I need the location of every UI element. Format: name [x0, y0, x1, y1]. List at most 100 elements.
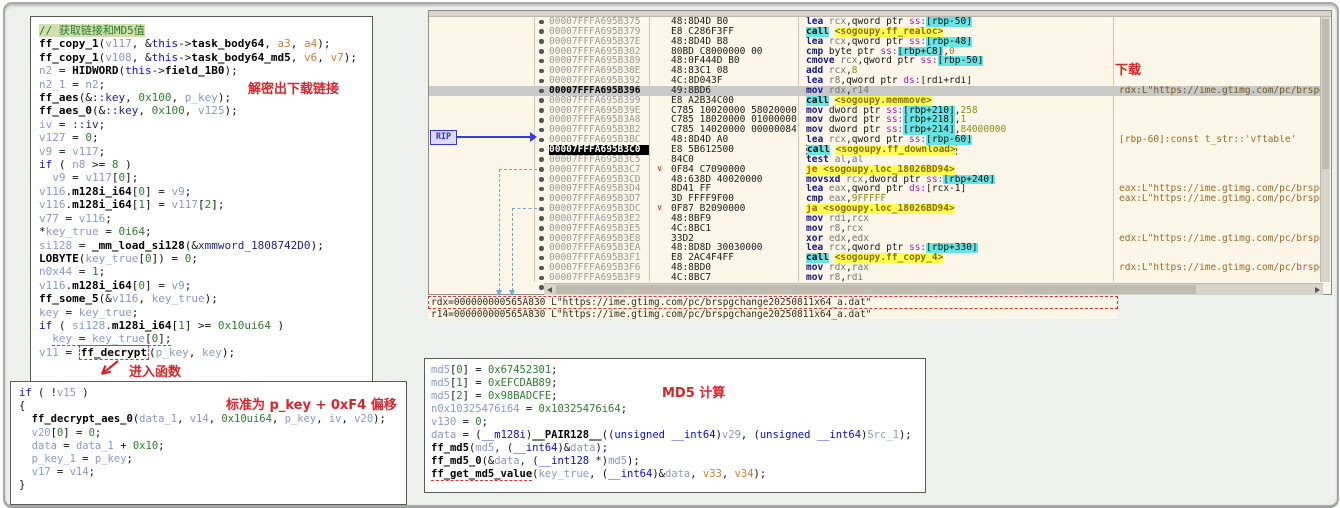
breakpoint-dot[interactable]: [539, 59, 544, 64]
scroll-left-icon[interactable]: [547, 287, 552, 293]
breakpoint-dot[interactable]: [539, 246, 544, 251]
code-line: if ( n8 >= 8 ): [39, 158, 368, 171]
instruction-text: mov dword ptr ss:[rbp+210],258: [798, 106, 1113, 116]
disasm-row[interactable]: 00007FFFA695B3EA48:8D8D 30030000lea rcx,…: [429, 243, 1323, 253]
instruction-text: movsxd rcx,dword ptr ss:[rbp+240]: [798, 175, 1113, 185]
decompiler-pseudocode-top[interactable]: // 获取链接和MD5值ff_copy_1(v117, &this->task_…: [30, 16, 373, 387]
column-separator: [1113, 17, 1114, 282]
disasm-row[interactable]: 00007FFFA695B39EC785 10020000 58020000mo…: [429, 106, 1323, 116]
instruction-bytes: 4C:8BC7: [649, 273, 798, 283]
breakpoint-dot[interactable]: [539, 69, 544, 74]
disasm-row[interactable]: 00007FFFA695B3E54C:8BC1mov r8,rcx: [429, 224, 1323, 234]
code-line: key = key_true[0];: [39, 332, 368, 345]
disasm-row[interactable]: 00007FFFA695B3B2C785 14020000 00000084mo…: [429, 125, 1323, 135]
code-line: md5[0] = 0x67452301;: [431, 364, 921, 377]
breakpoint-dot[interactable]: [539, 216, 544, 221]
code-line: v20[0] = 0;: [19, 427, 402, 440]
disasm-row[interactable]: 00007FFFA695B3F648:8BD0mov rdx,raxrdx:L"…: [429, 263, 1323, 273]
breakpoint-dot[interactable]: [539, 276, 544, 281]
breakpoint-dot[interactable]: [539, 207, 544, 212]
breakpoint-dot[interactable]: [539, 29, 544, 34]
instruction-address: 00007FFFA695B3CD: [549, 175, 649, 185]
breakpoint-dot[interactable]: [539, 157, 544, 162]
breakpoint-dot[interactable]: [539, 89, 544, 94]
breakpoint-dot[interactable]: [539, 49, 544, 54]
instruction-text: ja <sogoupy.loc_18026BD94>: [798, 204, 1113, 214]
instruction-bytes: 33D2: [649, 234, 798, 244]
breakpoint-dot[interactable]: [539, 79, 544, 84]
disasm-row[interactable]: 00007FFFA695B3924C:8D043Flea r8,qword pt…: [429, 76, 1323, 86]
horizontal-scrollbar-thumb[interactable]: [556, 285, 1196, 294]
breakpoint-dot[interactable]: [539, 177, 544, 182]
breakpoint-dot[interactable]: [539, 128, 544, 133]
breakpoint-dot[interactable]: [539, 256, 544, 261]
decompiler-pseudocode-md5[interactable]: md5[0] = 0x67452301;md5[1] = 0xEFCDAB89;…: [424, 358, 926, 493]
disasm-row[interactable]: 00007FFFA695B3E833D2xor edx,edxedx:L"htt…: [429, 234, 1323, 244]
instruction-address: 00007FFFA695B3DC: [549, 204, 649, 214]
instruction-text: mov dword ptr ss:[rbp+214],84000000: [798, 125, 1113, 135]
disasm-row[interactable]: 00007FFFA695B379E8 C286F3FFcall <sogoupy…: [429, 27, 1323, 37]
jump-line: [499, 169, 537, 170]
register-info-panel[interactable]: rdx=000000000565A830 L"https://ime.gtimg…: [428, 296, 1118, 319]
disasm-row[interactable]: 00007FFFA695B38E48:83C1 08add rcx,8: [429, 66, 1323, 76]
disasm-row[interactable]: 00007FFFA695B3C7∨0F84 C7090000je <sogoup…: [429, 165, 1323, 175]
disasm-row[interactable]: 00007FFFA695B39649:8BD6mov rdx,r14rdx:L"…: [429, 86, 1323, 96]
breakpoint-dot[interactable]: [539, 138, 544, 143]
instruction-address: 00007FFFA695B3F6: [549, 263, 649, 273]
vertical-scrollbar[interactable]: [1320, 17, 1330, 282]
disasm-row[interactable]: 00007FFFA695B37548:8D4D B0lea rcx,qword …: [429, 17, 1323, 27]
instruction-comment: [1113, 17, 1323, 27]
code-line: v9 = v117;: [39, 145, 368, 158]
disasm-row[interactable]: 00007FFFA695B3F1E8 2AC4F4FFcall <sogoupy…: [429, 253, 1323, 263]
disasm-row[interactable]: 00007FFFA695B38280BD C8000000 00cmp byte…: [429, 47, 1323, 57]
instruction-comment: rdx:L"https://ime.gtimg.com/pc/brspgchan…: [1113, 263, 1323, 273]
instruction-text: cmp byte ptr ss:[rbp+C8],0: [798, 47, 1113, 57]
disasm-row[interactable]: 00007FFFA695B3D73D FFFF9F00cmp eax,9FFFF…: [429, 194, 1323, 204]
breakpoint-dot[interactable]: [539, 197, 544, 202]
breakpoint-dot[interactable]: [539, 20, 544, 25]
disasm-gutter: [429, 283, 537, 293]
annotation-download: 下载: [1115, 59, 1141, 78]
code-line: v11 = ff_decrypt(p_key, key);: [39, 346, 368, 359]
breakpoint-dot[interactable]: [539, 167, 544, 172]
disasm-row[interactable]: 00007FFFA695B3CD48:638D 40020000movsxd r…: [429, 175, 1323, 185]
instruction-address: 00007FFFA695B3D7: [549, 194, 649, 204]
horizontal-scrollbar[interactable]: [544, 283, 1323, 295]
breakpoint-dot[interactable]: [539, 148, 544, 153]
instruction-bytes: ∨0F87 B2090000: [649, 204, 798, 214]
disasm-row[interactable]: 00007FFFA695B3C584C0test al,al: [429, 155, 1323, 165]
disasm-row[interactable]: 00007FFFA695B399E8 A2B34C00call <sogoupy…: [429, 96, 1323, 106]
vertical-scrollbar-thumb[interactable]: [1322, 19, 1329, 169]
code-line: if ( si128.m128i_i64[1] >= 0x10ui64 ): [39, 319, 368, 332]
disasm-row[interactable]: 00007FFFA695B38948:0F444D B0cmove rcx,qw…: [429, 56, 1323, 66]
breakpoint-dot[interactable]: [539, 285, 544, 290]
instruction-text: lea rcx,qword ptr ss:[rbp-48]: [798, 37, 1113, 47]
instruction-address: 00007FFFA695B3BC: [549, 135, 649, 145]
breakpoint-dot[interactable]: [539, 98, 544, 103]
scroll-right-icon[interactable]: [1315, 287, 1320, 293]
breakpoint-dot[interactable]: [539, 108, 544, 113]
breakpoint-dot[interactable]: [539, 118, 544, 123]
breakpoint-dot[interactable]: [539, 187, 544, 192]
breakpoint-dot[interactable]: [539, 236, 544, 241]
breakpoint-dot[interactable]: [539, 266, 544, 271]
disassembly-panel[interactable]: 00007FFFA695B37548:8D4D B0lea rcx,qword …: [428, 10, 1332, 295]
disasm-row[interactable]: 00007FFFA695B3C0E8 5B612500call <sogoupy…: [429, 145, 1323, 155]
instruction-text: call <sogoupy.ff_download>: [798, 145, 1113, 155]
disasm-row[interactable]: 00007FFFA695B3E248:8BF9mov rdi,rcx: [429, 214, 1323, 224]
disasm-row[interactable]: 00007FFFA695B37E48:8D4D B8lea rcx,qword …: [429, 37, 1323, 47]
disasm-row[interactable]: 00007FFFA695B3BC48:8D4D A0lea rcx,qword …: [429, 135, 1323, 145]
disasm-row[interactable]: 00007FFFA695B3F94C:8BC7mov r8,rdi: [429, 273, 1323, 283]
instruction-bytes: E8 2AC4F4FF: [649, 253, 798, 263]
breakpoint-dot[interactable]: [539, 39, 544, 44]
disasm-row[interactable]: 00007FFFA695B3DC∨0F87 B2090000ja <sogoup…: [429, 204, 1323, 214]
disasm-gutter: [429, 175, 537, 185]
instruction-address: 00007FFFA695B382: [549, 47, 649, 57]
disasm-row[interactable]: 00007FFFA695B3D48D41 FFlea eax,qword ptr…: [429, 184, 1323, 194]
disasm-gutter: [429, 194, 537, 204]
instruction-bytes: 4C:8BC1: [649, 224, 798, 234]
disasm-gutter: [429, 155, 537, 165]
breakpoint-dot[interactable]: [539, 226, 544, 231]
disasm-row[interactable]: 00007FFFA695B3A8C785 18020000 01000000mo…: [429, 115, 1323, 125]
disasm-gutter: [429, 37, 537, 47]
